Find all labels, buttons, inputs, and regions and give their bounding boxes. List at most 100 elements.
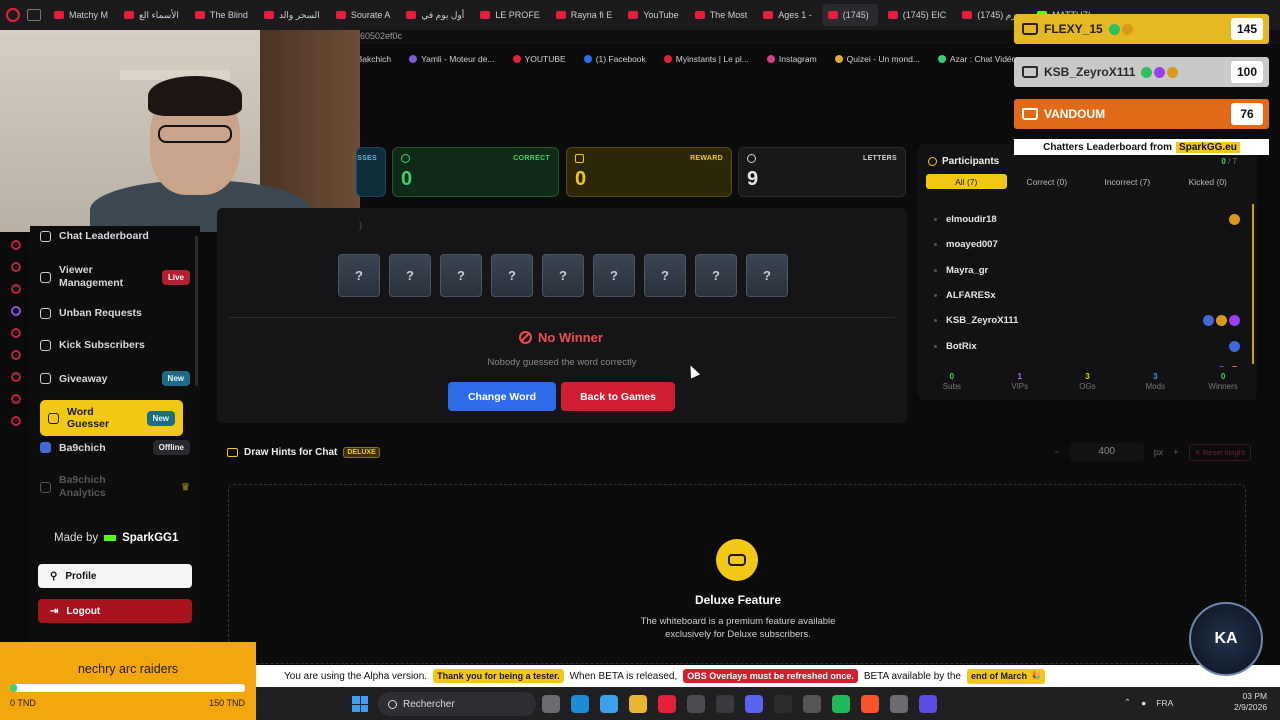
mail-icon[interactable] bbox=[11, 284, 21, 294]
participant-row[interactable]: KSB_ZeyroX111 bbox=[928, 308, 1244, 333]
browser-tab[interactable]: Matchy M bbox=[48, 4, 114, 26]
participant-name: moayed007 bbox=[946, 239, 998, 251]
browser-icon[interactable] bbox=[716, 695, 734, 713]
change-word-button[interactable]: Change Word bbox=[448, 382, 556, 411]
browser-tab[interactable]: Rayna fi E bbox=[550, 4, 619, 26]
browser-tab[interactable]: الأسماء الع bbox=[118, 4, 185, 26]
browser-tab[interactable]: Ages 1 - bbox=[757, 4, 818, 26]
browser-tab[interactable]: أول يوم في bbox=[400, 4, 470, 26]
terminal-icon[interactable] bbox=[774, 695, 792, 713]
spotify-icon[interactable] bbox=[832, 695, 850, 713]
sub-badge-icon bbox=[1121, 23, 1133, 35]
brave-icon[interactable] bbox=[861, 695, 879, 713]
sidebar-item-unban-requests[interactable]: Unban Requests bbox=[40, 307, 190, 319]
reset-height-button[interactable]: ✕ Reset height bbox=[1188, 443, 1251, 461]
sidebar-item-ba9chich[interactable]: Ba9chich Offline bbox=[40, 440, 190, 455]
summary-stat: 0 Winners bbox=[1189, 372, 1257, 391]
filter-correct[interactable]: Correct (0) bbox=[1007, 174, 1088, 189]
opera-logo-icon[interactable] bbox=[6, 8, 20, 22]
store-icon[interactable] bbox=[687, 695, 705, 713]
bookmark[interactable]: Myinstants | Le pl... bbox=[663, 54, 749, 64]
letter-tile: ? bbox=[542, 254, 584, 297]
bookmark[interactable]: Azar : Chat Vidéo... bbox=[937, 54, 1023, 64]
tool-icon[interactable] bbox=[803, 695, 821, 713]
browser-tab[interactable]: The Most bbox=[689, 4, 754, 26]
opera-icon[interactable] bbox=[658, 695, 676, 713]
twitch-icon[interactable] bbox=[11, 306, 21, 316]
youtube-icon bbox=[887, 11, 898, 19]
bookmark[interactable]: (1) Facebook bbox=[583, 54, 646, 64]
participant-row[interactable]: FLEXY_15 bbox=[928, 359, 1244, 367]
height-input[interactable]: 400 bbox=[1069, 443, 1144, 461]
clock[interactable]: 03 PM 2/9/2026 bbox=[1234, 691, 1267, 713]
taskbar-apps bbox=[542, 695, 937, 713]
windows-start-icon[interactable] bbox=[352, 696, 368, 712]
microphone-icon[interactable]: ● bbox=[1141, 698, 1146, 708]
participant-row[interactable]: moayed007 bbox=[928, 232, 1244, 257]
browser-tab[interactable]: The Blind bbox=[189, 4, 254, 26]
bullet bbox=[934, 294, 937, 298]
browser-tab[interactable]: (1745) EIC bbox=[882, 4, 953, 26]
sidebar-item-kick-subscribers[interactable]: Kick Subscribers bbox=[40, 339, 190, 351]
messenger-icon[interactable] bbox=[11, 240, 21, 250]
bookmark[interactable]: Instagram bbox=[766, 54, 817, 64]
crown-icon bbox=[1022, 108, 1038, 120]
summary-stat: 3 Mods bbox=[1121, 372, 1189, 391]
extensions-icon[interactable] bbox=[11, 394, 21, 404]
bookmark[interactable]: Yamli - Moteur de... bbox=[409, 54, 495, 64]
sidebar-item-chat-leaderboard[interactable]: Chat Leaderboard bbox=[40, 230, 190, 242]
browser-tab-active[interactable]: (1745) bbox=[821, 4, 878, 26]
workspace-icon[interactable] bbox=[27, 9, 41, 21]
discord-icon[interactable] bbox=[745, 695, 763, 713]
player-icon[interactable] bbox=[11, 350, 21, 360]
browser-tab[interactable]: YouTube bbox=[622, 4, 684, 26]
browser-tab[interactable]: LE PROFE bbox=[474, 4, 546, 26]
bookmark[interactable]: YOUTUBE bbox=[512, 54, 566, 64]
edge-icon[interactable] bbox=[571, 695, 589, 713]
instagram-icon bbox=[766, 55, 775, 63]
mod-badge-icon bbox=[1216, 365, 1227, 367]
participant-filters: All (7) Correct (0) Incorrect (7) Kicked… bbox=[926, 174, 1248, 189]
participant-row[interactable]: BotRix bbox=[928, 333, 1244, 358]
task-view-icon[interactable] bbox=[542, 695, 560, 713]
browser-tab[interactable]: السحر والد bbox=[258, 4, 326, 26]
settings-icon[interactable] bbox=[11, 416, 21, 426]
facebook-icon bbox=[583, 55, 592, 63]
filter-incorrect[interactable]: Incorrect (7) bbox=[1087, 174, 1168, 189]
logout-button[interactable]: ⇥ Logout bbox=[38, 599, 192, 623]
increase-height-button[interactable]: + bbox=[1173, 447, 1178, 457]
leaderboard-row: KSB_ZeyroX111 100 bbox=[1014, 57, 1269, 87]
participant-row[interactable]: elmoudir18 bbox=[928, 207, 1244, 232]
crown-icon bbox=[1022, 66, 1038, 78]
instagram-icon[interactable] bbox=[11, 262, 21, 272]
webcam-overlay bbox=[0, 30, 360, 232]
history-icon[interactable] bbox=[11, 372, 21, 382]
copilot-icon[interactable] bbox=[600, 695, 618, 713]
vip-badge-icon bbox=[1154, 66, 1166, 78]
filter-all[interactable]: All (7) bbox=[926, 174, 1007, 189]
app-icon[interactable] bbox=[919, 695, 937, 713]
participant-list-scrollbar[interactable] bbox=[1252, 204, 1254, 364]
youtube-icon bbox=[512, 55, 521, 63]
sidebar-item-viewer-management[interactable]: Viewer Management Live bbox=[40, 264, 190, 290]
file-explorer-icon[interactable] bbox=[629, 695, 647, 713]
sidebar-item-giveaway[interactable]: Giveaway New bbox=[40, 371, 190, 386]
bullet bbox=[934, 268, 937, 272]
sidebar-item-word-guesser[interactable]: Word Guesser New bbox=[40, 400, 183, 436]
browser-tab[interactable]: Sourate A bbox=[330, 4, 397, 26]
flow-icon[interactable] bbox=[11, 328, 21, 338]
decrease-height-button[interactable]: − bbox=[1054, 447, 1059, 457]
back-to-games-button[interactable]: Back to Games bbox=[561, 382, 675, 411]
taskbar-search[interactable]: Rechercher bbox=[378, 692, 536, 716]
sub-badge-icon bbox=[1167, 66, 1179, 78]
sub-badge-icon bbox=[1229, 214, 1240, 226]
settings-icon[interactable] bbox=[890, 695, 908, 713]
filter-kicked[interactable]: Kicked (0) bbox=[1168, 174, 1249, 189]
sidebar-item-ba9chich-analytics[interactable]: Ba9chich Analytics ♛ bbox=[40, 474, 190, 500]
participant-row[interactable]: ALFARESx bbox=[928, 283, 1244, 308]
sidebar-scrollbar[interactable] bbox=[195, 236, 198, 386]
bookmark[interactable]: Quizei - Un mond... bbox=[834, 54, 920, 64]
participant-row[interactable]: Mayra_gr bbox=[928, 258, 1244, 283]
chevron-up-icon[interactable]: ⌃ bbox=[1124, 697, 1131, 708]
profile-button[interactable]: ⚲ Profile bbox=[38, 564, 192, 588]
